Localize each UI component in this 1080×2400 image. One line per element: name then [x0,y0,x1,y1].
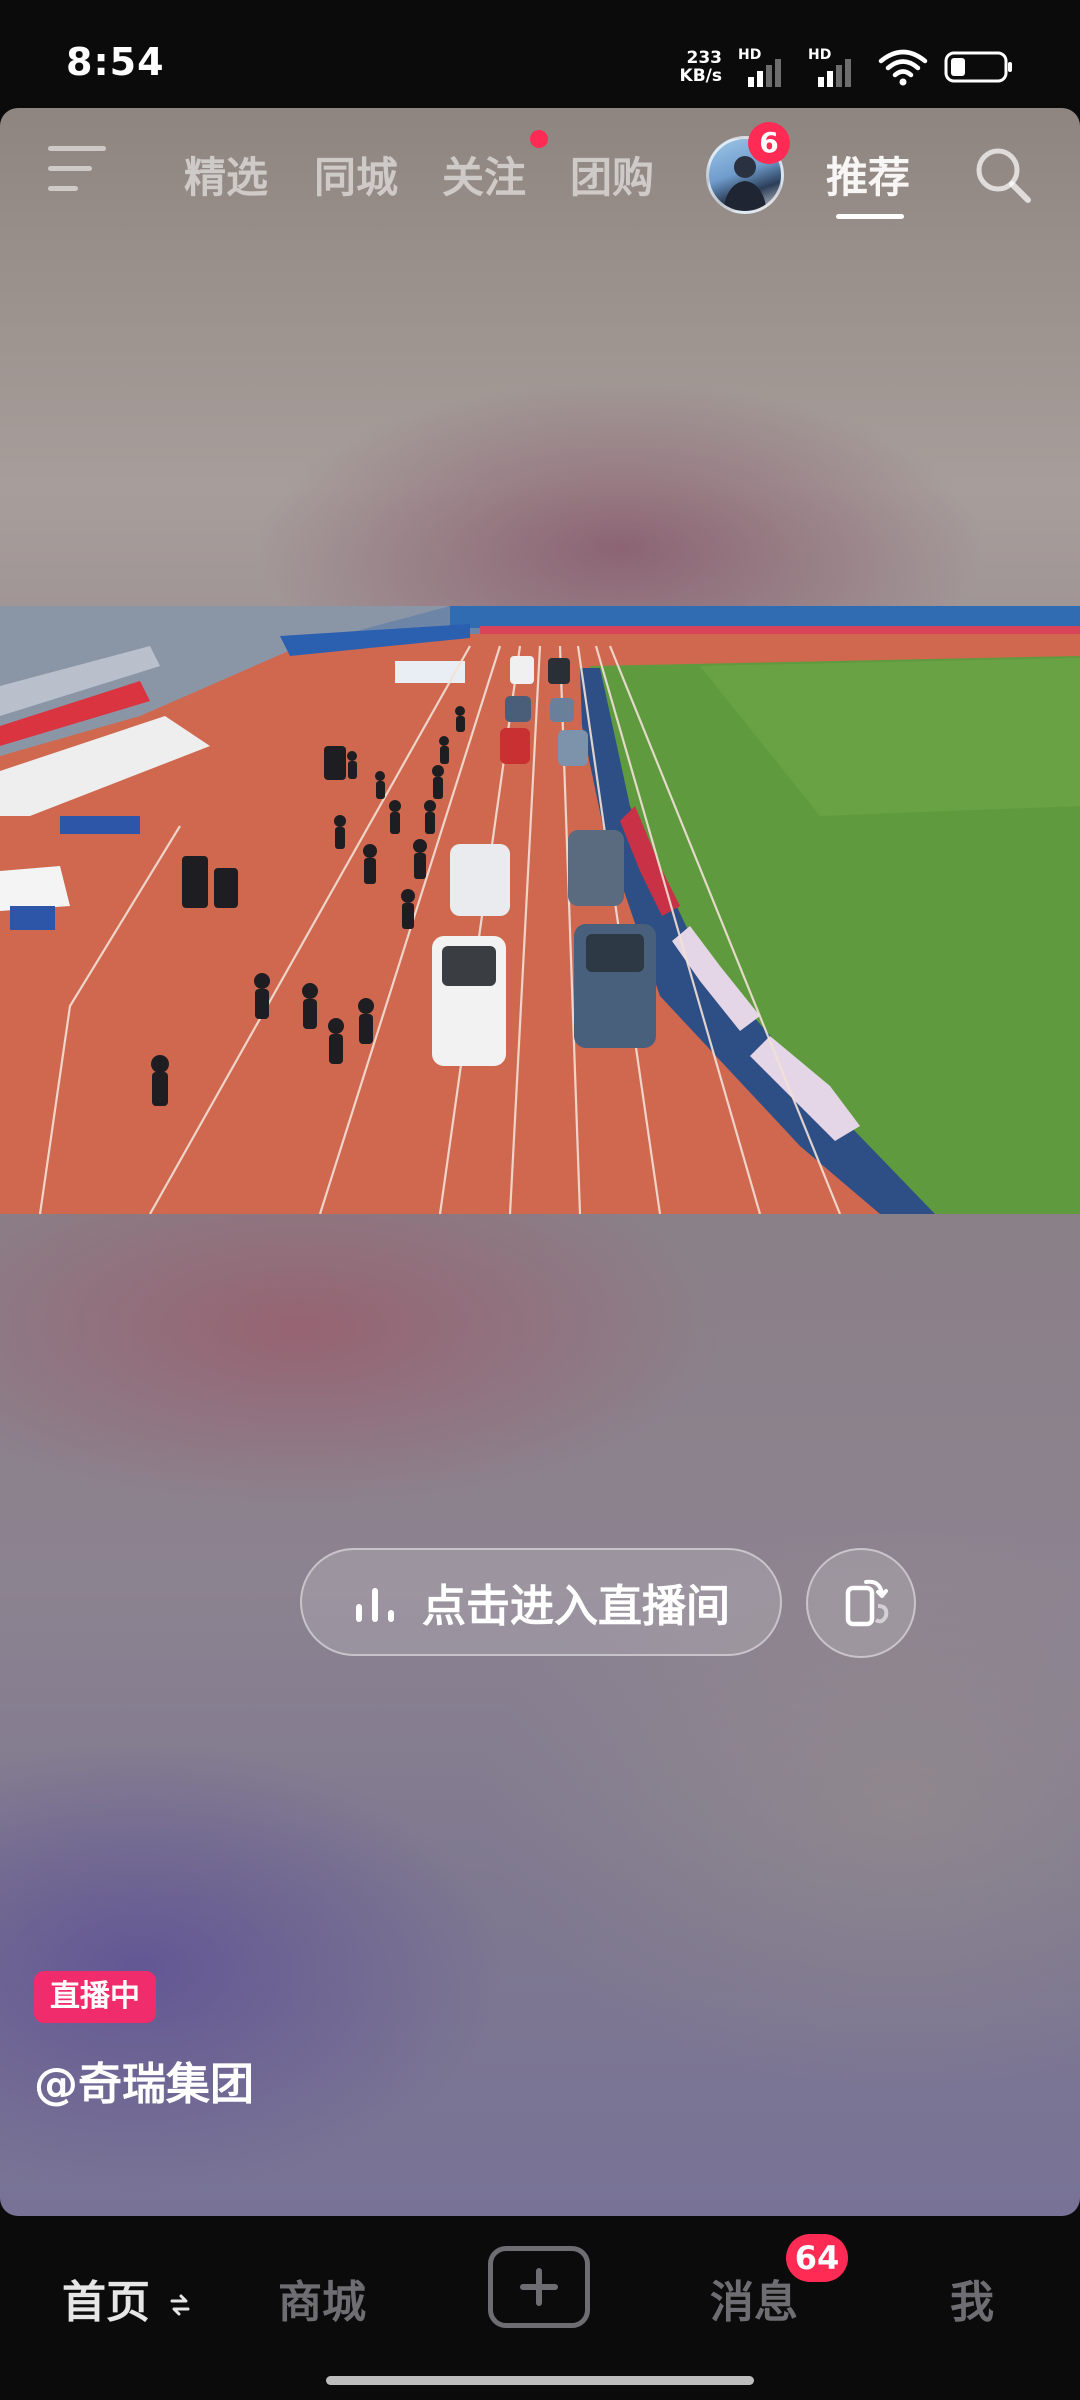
wifi-icon [878,49,928,86]
avatar-badge: 6 [748,122,790,164]
tab-featured[interactable]: 精选 [184,144,268,205]
tab-recommend[interactable]: 推荐 [826,144,910,205]
plus-icon [520,2268,558,2306]
tab-following[interactable]: 关注 [442,144,526,205]
battery-low-icon [944,51,1012,83]
menu-icon[interactable] [48,146,108,196]
tab-nearby[interactable]: 同城 [314,144,398,205]
home-indicator[interactable] [326,2376,754,2385]
status-time: 8:54 [66,40,165,84]
network-speed-unit: KB/s [679,66,722,86]
nav-messages[interactable]: 消息 [710,2266,798,2330]
network-speed: 233 KB/s [680,49,722,85]
swap-icon [170,2294,190,2316]
nav-home-label: 首页 [62,2277,150,2328]
enter-live-room-label: 点击进入直播间 [422,1581,730,1632]
author-name[interactable]: @奇瑞集团 [34,2048,254,2112]
nav-home[interactable]: 首页 [62,2266,191,2330]
live-feed-card[interactable]: 精选 同城 关注 团购 6 推荐 点击进入直播间 直播中 @奇瑞集团 [0,108,1080,2216]
top-nav: 精选 同城 关注 团购 6 推荐 [0,108,1080,248]
status-indicators: 233 KB/s HD HD [680,44,1014,90]
live-video-frame[interactable] [0,606,1080,1214]
signal-icon-sim1: HD [738,47,792,87]
bottom-nav: 首页 商城 消息 64 我 [0,2216,1080,2400]
rotate-screen-button[interactable] [806,1548,916,1658]
network-speed-value: 233 [686,48,723,68]
nav-me[interactable]: 我 [950,2266,994,2330]
create-button[interactable] [488,2246,590,2328]
following-notification-dot [530,130,548,148]
rotate-screen-icon [845,1579,889,1627]
status-bar: 8:54 233 KB/s HD HD [0,0,1080,108]
enter-live-room-button[interactable]: 点击进入直播间 [300,1548,782,1656]
live-status-badge: 直播中 [34,1971,156,2023]
tab-group-buy[interactable]: 团购 [570,144,654,205]
live-bars-icon [356,1588,394,1622]
signal-icon-sim2: HD [808,47,862,87]
nav-mall[interactable]: 商城 [278,2266,366,2330]
active-tab-indicator [836,214,904,219]
messages-badge: 64 [786,2234,848,2282]
app-screen: 8:54 233 KB/s HD HD 精选 同城 关注 团购 6 推荐 点击进… [0,0,1080,2400]
search-icon[interactable] [972,144,1034,206]
